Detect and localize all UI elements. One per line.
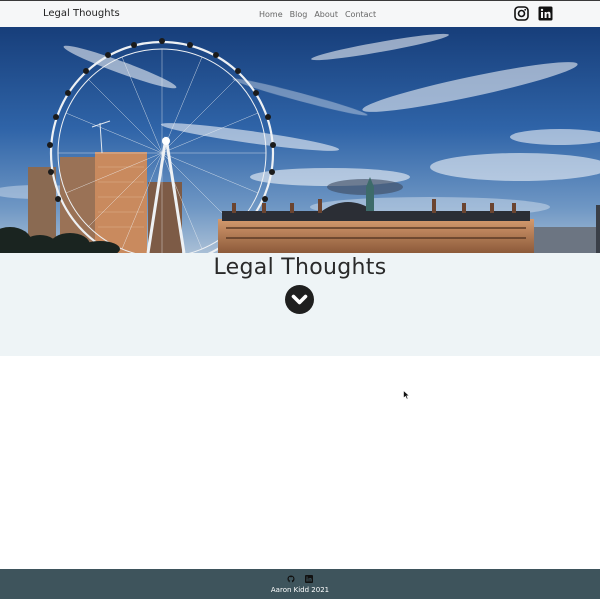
london-skyline-image [0, 27, 600, 253]
chevron-down-icon [291, 294, 308, 305]
navbar: Legal Thoughts Home Blog About Contact [0, 0, 600, 27]
footer: Aaron Kidd 2021 [0, 569, 600, 599]
github-icon[interactable] [287, 575, 295, 583]
mouse-cursor-icon [403, 390, 410, 400]
nav-link-contact[interactable]: Contact [345, 10, 376, 19]
nav-link-about[interactable]: About [314, 10, 338, 19]
page-title: Legal Thoughts [213, 255, 387, 280]
page: Legal Thoughts Home Blog About Contact L… [0, 0, 600, 599]
scroll-down-button[interactable] [285, 285, 314, 314]
title-band: Legal Thoughts [0, 253, 600, 356]
nav-links: Home Blog About Contact [259, 10, 376, 19]
footer-copyright: Aaron Kidd 2021 [270, 586, 330, 594]
hero-image [0, 27, 600, 253]
instagram-icon[interactable] [514, 6, 529, 21]
nav-link-blog[interactable]: Blog [290, 10, 308, 19]
brand-link[interactable]: Legal Thoughts [43, 8, 120, 19]
linkedin-icon[interactable] [305, 575, 313, 583]
linkedin-icon[interactable] [538, 6, 553, 21]
nav-link-home[interactable]: Home [259, 10, 283, 19]
